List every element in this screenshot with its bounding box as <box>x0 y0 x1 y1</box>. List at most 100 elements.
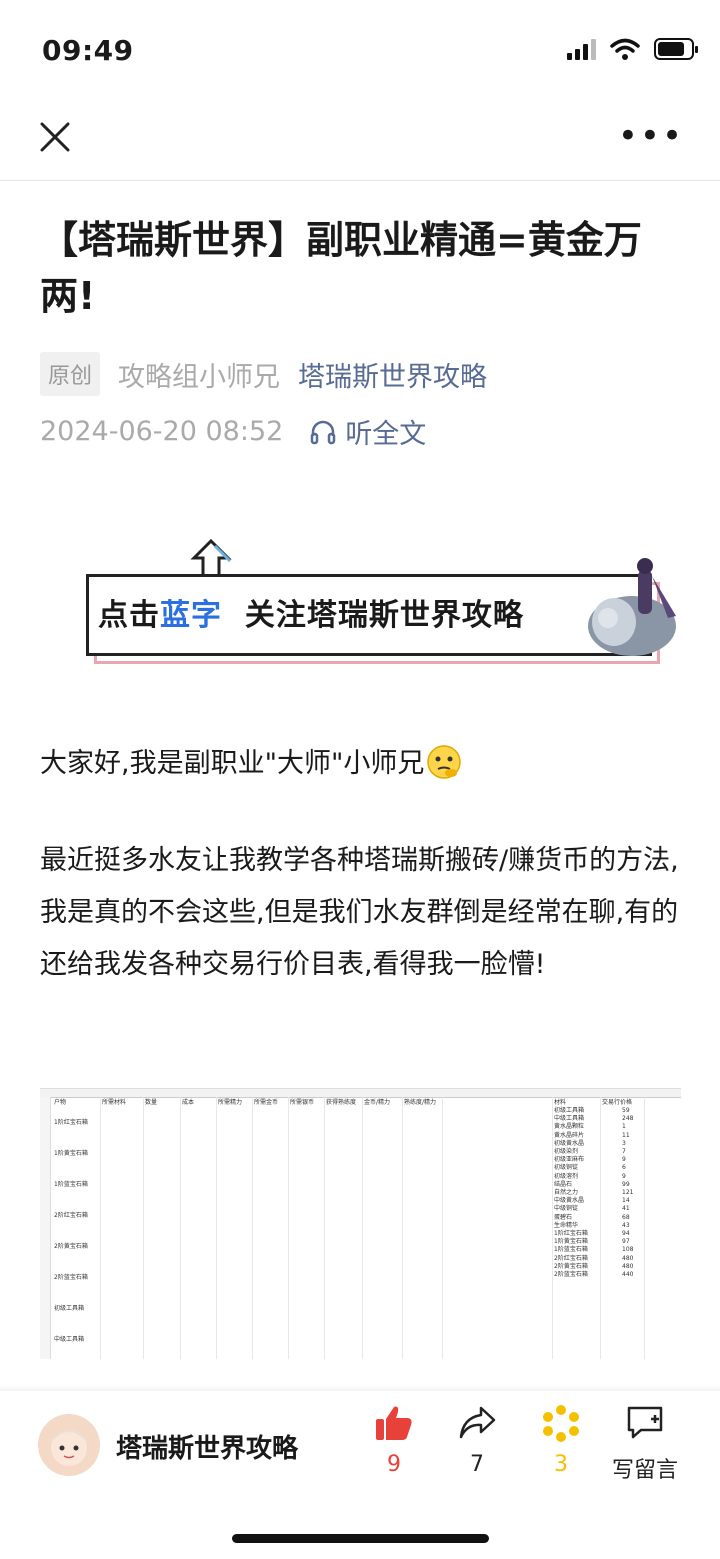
signal-icon <box>567 38 596 60</box>
sheet-material-cell: 1阶黄宝石箱 <box>554 1238 588 1246</box>
wow-button[interactable]: 3 <box>521 1404 601 1477</box>
sheet-header-cell: 所需材料 <box>102 1099 127 1106</box>
sheet-price-cell: 11 <box>622 1131 630 1139</box>
sheet-price-cell: 9 <box>622 1156 626 1164</box>
sheet-header-cell: 数量 <box>145 1099 158 1106</box>
headphones-icon <box>311 420 336 444</box>
banner-suffix: 关注塔瑞斯世界攻略 <box>244 598 524 633</box>
sheet-gridline <box>362 1097 363 1359</box>
sheet-item-cell: 1阶红宝石箱 <box>54 1119 88 1126</box>
bottom-account-name[interactable]: 塔瑞斯世界攻略 <box>116 1428 298 1465</box>
close-icon[interactable] <box>36 118 74 156</box>
sheet-material-cell: 初级黄水晶 <box>554 1139 585 1147</box>
sheet-material-cell: 初级工具箱 <box>554 1107 585 1114</box>
sheet-price-cell: 7 <box>622 1148 626 1155</box>
sheet-column-header <box>40 1089 681 1098</box>
sheet-material-cell: 黄水晶碎片 <box>554 1131 585 1139</box>
sheet-price-cell: 1 <box>622 1123 626 1131</box>
sheet-price-cell: 121 <box>622 1189 634 1196</box>
sheet-material-cell: 2阶黄宝石箱 <box>554 1262 588 1270</box>
sheet-material-cell: 初级亚麻布 <box>554 1156 585 1164</box>
status-time: 09:49 <box>42 34 134 67</box>
paragraph-intro: 最近挺多水友让我教学各种塔瑞斯搬砖/赚货币的方法,我是真的不会这些,但是我们水友… <box>40 845 679 980</box>
listen-label: 听全文 <box>345 419 427 450</box>
sheet-header-cell: 金币/精力 <box>364 1099 391 1106</box>
price-spreadsheet-image: 户物 所需材料 数量 成本 所需精力 所需金币 所需银币 获得熟练度 金币/精力 熟练度/精力 材料… <box>40 1088 681 1359</box>
sheet-header-cell: 获得熟练度 <box>326 1099 357 1106</box>
sheet-gridline <box>600 1097 601 1359</box>
avatar-illustration <box>50 1430 88 1466</box>
sheet-price-cell: 480 <box>622 1254 634 1262</box>
author-name: 攻略组小师兄 <box>118 361 281 393</box>
comment-button[interactable]: 写留言 <box>605 1404 685 1484</box>
sheet-header-cell: 所需金币 <box>254 1099 279 1106</box>
sheet-price-cell: 9 <box>622 1172 626 1180</box>
sheet-price-cell: 14 <box>622 1197 630 1205</box>
sheet-header-cell: 所需精力 <box>218 1099 243 1106</box>
banner-text: 点击蓝字 关注塔瑞斯世界攻略 <box>98 590 524 634</box>
article-meta: 原创 攻略组小师兄 塔瑞斯世界攻略 <box>40 352 487 396</box>
more-options-icon[interactable]: ••• <box>618 119 684 153</box>
sheet-material-cell: 中级工具箱 <box>554 1115 585 1123</box>
sheet-gridline <box>288 1097 289 1359</box>
sheet-material-cell: 2阶蓝宝石箱 <box>554 1271 588 1278</box>
home-indicator <box>232 1534 489 1543</box>
share-count: 7 <box>470 1452 484 1477</box>
sheet-material-cell: 初级铜锭 <box>554 1164 579 1172</box>
wifi-icon <box>610 38 640 60</box>
sheet-price-cell: 94 <box>622 1230 630 1237</box>
sheet-material-cell: 自然之力 <box>554 1189 579 1196</box>
sheet-material-cell: 中级铜锭 <box>554 1205 579 1213</box>
sheet-gridline <box>100 1097 101 1359</box>
sheet-price-cell: 248 <box>622 1115 634 1123</box>
sheet-item-cell: 中级工具箱 <box>54 1336 85 1343</box>
sheet-price-cell: 480 <box>622 1262 634 1270</box>
listen-button[interactable]: 听全文 <box>309 412 426 451</box>
share-button[interactable]: 7 <box>437 1404 517 1477</box>
sheet-price-cell: 3 <box>622 1139 626 1147</box>
sheet-material-cell: 黄水晶颗粒 <box>554 1123 585 1131</box>
banner-highlight: 蓝字 <box>160 598 222 633</box>
sheet-gridline <box>552 1097 553 1359</box>
sheet-price-cell: 97 <box>622 1238 630 1246</box>
account-link[interactable]: 塔瑞斯世界攻略 <box>298 355 487 394</box>
follow-banner[interactable]: 点击蓝字 关注塔瑞斯世界攻略 <box>86 558 682 664</box>
nav-divider <box>0 180 720 181</box>
comment-label: 写留言 <box>611 1458 678 1483</box>
sheet-material-cell: 中级黄水晶 <box>554 1197 585 1205</box>
comment-icon <box>627 1406 663 1439</box>
sheet-item-cell: 2阶红宝石箱 <box>54 1212 88 1219</box>
sheet-price-cell: 43 <box>622 1221 630 1229</box>
battery-icon <box>654 38 698 60</box>
sheet-gridline <box>324 1097 325 1359</box>
lion-rider-illustration <box>588 558 676 656</box>
thinking-face-emoji-icon <box>427 745 462 779</box>
sheet-header-cell: 成本 <box>182 1099 195 1106</box>
sheet-material-cell: 1阶红宝石箱 <box>554 1230 588 1237</box>
article-date-row: 2024-06-20 08:52 听全文 <box>40 412 426 451</box>
sheet-gridline <box>252 1097 253 1359</box>
sheet-gridline <box>216 1097 217 1359</box>
sheet-header-cell: 户物 <box>54 1099 67 1106</box>
sheet-material-cell: 结晶石 <box>554 1180 573 1188</box>
thumbs-up-icon <box>376 1406 412 1440</box>
sheet-price-cell: 59 <box>622 1107 630 1114</box>
sheet-price-cell: 41 <box>622 1205 630 1213</box>
account-avatar[interactable] <box>38 1414 100 1476</box>
article-title: 【塔瑞斯世界】副职业精通=黄金万两! <box>40 218 642 318</box>
sheet-price-cell: 440 <box>622 1271 634 1278</box>
like-button[interactable]: 9 <box>354 1404 434 1477</box>
sheet-material-cell: 2阶红宝石箱 <box>554 1254 588 1262</box>
sheet-gridline <box>402 1097 403 1359</box>
banner-prefix: 点击 <box>98 598 160 633</box>
sheet-material-cell: 1阶蓝宝石箱 <box>554 1246 588 1254</box>
sheet-header-cell: 所需银币 <box>290 1099 315 1106</box>
sheet-item-cell: 1阶黄宝石箱 <box>54 1150 88 1157</box>
sheet-header-cell: 交易行价格 <box>602 1099 633 1106</box>
sheet-gridline <box>644 1097 645 1359</box>
bottom-bar-shadow <box>0 1385 720 1391</box>
sheet-item-cell: 1阶蓝宝石箱 <box>54 1181 88 1188</box>
sheet-gridline <box>442 1097 443 1359</box>
sheet-header-cell: 材料 <box>554 1099 567 1106</box>
share-arrow-icon <box>459 1406 496 1439</box>
